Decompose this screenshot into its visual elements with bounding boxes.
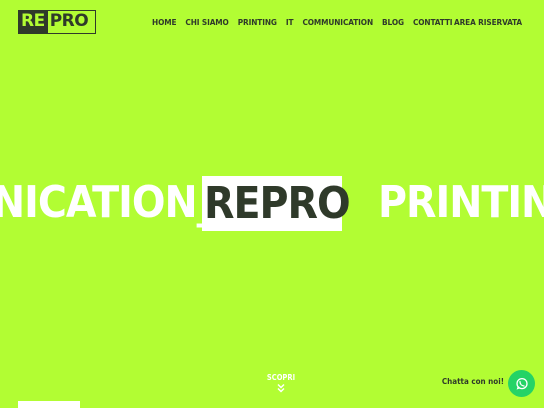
nav-home[interactable]: HOME [152, 17, 176, 27]
nav-it[interactable]: IT [286, 17, 294, 27]
main-nav: HOME CHI SIAMO PRINTING IT COMMUNICATION… [152, 17, 453, 27]
double-chevron-down-icon [277, 383, 285, 393]
whatsapp-chat-button[interactable] [508, 370, 535, 397]
nav-contatti[interactable]: CONTATTI [413, 17, 453, 27]
logo-pro-text: PRO [49, 11, 89, 31]
site-header: RE PRO HOME CHI SIAMO PRINTING IT COMMUN… [0, 0, 544, 46]
scopri-scroll-button[interactable]: SCOPRI [264, 373, 298, 393]
ticker-word-communication: NICATION_ [0, 177, 216, 228]
scopri-label: SCOPRI [266, 373, 296, 382]
nav-blog[interactable]: BLOG [382, 17, 404, 27]
repro-logo[interactable]: RE PRO [18, 10, 96, 34]
hero-ticker: NICATION_ REPRO PRINTING [0, 172, 544, 234]
whatsapp-icon [515, 377, 528, 390]
bottom-white-tab [18, 401, 80, 408]
chat-label: Chatta con noi! [441, 377, 504, 386]
area-riservata-link[interactable]: AREA RISERVATA [454, 17, 522, 27]
nav-printing[interactable]: PRINTING [238, 17, 277, 27]
ticker-word-repro: REPRO [202, 176, 351, 231]
logo-re-text: RE [19, 11, 48, 33]
nav-chi-siamo[interactable]: CHI SIAMO [185, 17, 228, 27]
nav-communication[interactable]: COMMUNICATION [302, 17, 373, 27]
ticker-word-printing: PRINTING [378, 177, 544, 228]
